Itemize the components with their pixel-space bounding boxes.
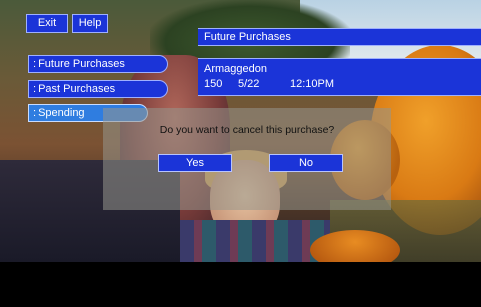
menu-item-future-purchases[interactable]: : Future Purchases <box>28 55 168 73</box>
channel-number: 150 <box>204 78 223 90</box>
pumpkin <box>310 230 400 262</box>
no-button[interactable]: No <box>269 154 343 172</box>
menu-item-prefix: : <box>33 83 37 95</box>
child-sweater <box>180 220 330 262</box>
yes-button[interactable]: Yes <box>158 154 232 172</box>
air-time: 12:10PM <box>290 78 335 90</box>
cancel-confirm-dialog: Do you want to cancel this purchase? Yes… <box>103 108 391 210</box>
dialog-message: Do you want to cancel this purchase? <box>159 124 335 136</box>
menu-item-label: Future Purchases <box>38 58 125 70</box>
letterbox-bar <box>0 262 481 307</box>
panel-header: Future Purchases <box>198 28 481 46</box>
menu-item-label: Spending <box>38 107 85 119</box>
menu-item-label: Past Purchases <box>38 83 116 95</box>
exit-button[interactable]: Exit <box>26 14 68 33</box>
menu-item-prefix: : <box>33 58 37 70</box>
air-date: 5/22 <box>238 78 260 90</box>
menu-item-past-purchases[interactable]: : Past Purchases <box>28 80 168 98</box>
purchase-item[interactable]: Armaggedon 150 5/22 12:10PM <box>198 58 481 96</box>
program-title: Armaggedon <box>204 63 267 75</box>
menu-item-prefix: : <box>33 107 37 119</box>
help-button[interactable]: Help <box>72 14 108 33</box>
